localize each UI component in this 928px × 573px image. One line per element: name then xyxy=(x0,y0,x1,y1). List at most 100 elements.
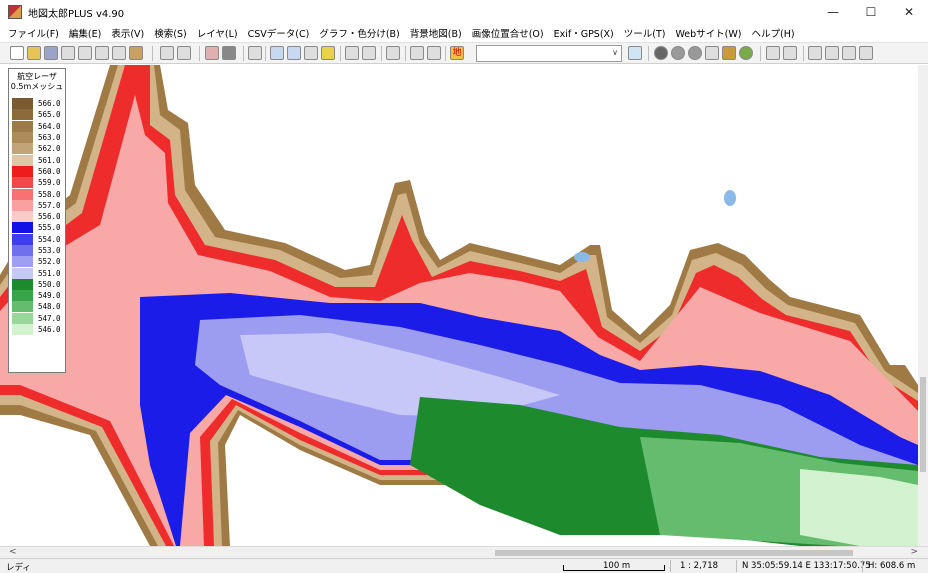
status-divider xyxy=(670,560,671,572)
status-divider xyxy=(862,560,863,572)
legend-swatch xyxy=(12,120,33,132)
open-folder-icon[interactable] xyxy=(27,46,41,60)
maximize-button[interactable]: ☐ xyxy=(852,0,890,24)
info-alt-icon[interactable] xyxy=(671,46,685,60)
legend-value: 560.0 xyxy=(38,166,61,176)
menu-view[interactable]: 表示(V) xyxy=(111,26,144,40)
menu-csv-data[interactable]: CSVデータ(C) xyxy=(248,26,310,40)
print-preview-icon[interactable] xyxy=(112,46,126,60)
status-ready: レディ xyxy=(6,563,31,573)
legend-row: 551.0 xyxy=(12,267,61,279)
legend-value: 562.0 xyxy=(38,144,61,154)
camera-icon[interactable] xyxy=(222,46,236,60)
menu-edit[interactable]: 編集(E) xyxy=(69,26,101,40)
info-detail-icon[interactable] xyxy=(688,46,702,60)
legend-value: 559.0 xyxy=(38,178,61,188)
ruler-icon[interactable] xyxy=(722,46,736,60)
bar-chart-icon[interactable] xyxy=(410,46,424,60)
menu-website[interactable]: Webサイト(W) xyxy=(675,26,741,40)
legend-swatch xyxy=(12,290,33,302)
redo-icon[interactable] xyxy=(177,46,191,60)
menu-bar: ファイル(F) 編集(E) 表示(V) 検索(S) レイヤ(L) CSVデータ(… xyxy=(0,24,928,42)
table-view-icon[interactable] xyxy=(386,46,400,60)
globe-icon[interactable] xyxy=(739,46,753,60)
background-map-button[interactable]: 地 xyxy=(450,46,464,60)
layer-select[interactable]: ∨ xyxy=(476,45,622,62)
legend-row: 557.0 xyxy=(12,199,61,211)
menu-graph-coloring[interactable]: グラフ・色分け(B) xyxy=(319,26,399,40)
menu-help[interactable]: ヘルプ(H) xyxy=(752,26,795,40)
menu-exif-gps[interactable]: Exif・GPS(X) xyxy=(554,26,614,40)
legend-value: 547.0 xyxy=(38,313,61,323)
legend-value: 550.0 xyxy=(38,279,61,289)
menu-search[interactable]: 検索(S) xyxy=(154,26,186,40)
vertical-scrollbar[interactable] xyxy=(918,65,928,546)
legend-swatch xyxy=(12,256,33,268)
legend-swatch xyxy=(12,98,33,110)
add-point-icon[interactable] xyxy=(205,46,219,60)
legend-swatch xyxy=(12,188,33,200)
forward-icon[interactable] xyxy=(783,46,797,60)
elevation-legend: 航空レーザ 0.5mメッシュ 566.0 565.0 564.0 563.0 562.0… xyxy=(8,68,66,373)
menu-tools[interactable]: ツール(T) xyxy=(624,26,666,40)
legend-value: 564.0 xyxy=(38,121,61,131)
scroll-right-arrow[interactable]: > xyxy=(910,547,918,557)
window-save-icon[interactable] xyxy=(859,46,873,60)
horizontal-scroll-thumb[interactable] xyxy=(495,550,853,556)
legend-value: 554.0 xyxy=(38,234,61,244)
save-icon[interactable] xyxy=(44,46,58,60)
legend-swatch xyxy=(12,301,33,313)
window-cascade-icon[interactable] xyxy=(825,46,839,60)
edit-note-icon[interactable] xyxy=(248,46,262,60)
legend-row: 563.0 xyxy=(12,132,61,144)
close-button[interactable]: ✕ xyxy=(890,0,928,24)
horizontal-scrollbar[interactable]: < > xyxy=(0,546,928,558)
scroll-left-arrow[interactable]: < xyxy=(9,547,17,557)
zoom-in-icon[interactable] xyxy=(270,46,284,60)
minimize-button[interactable]: — xyxy=(814,0,852,24)
legend-value: 557.0 xyxy=(38,200,61,210)
elevation-map xyxy=(0,65,918,546)
legend-value: 546.0 xyxy=(38,325,61,335)
paste-icon[interactable] xyxy=(78,46,92,60)
window-tile-icon[interactable] xyxy=(808,46,822,60)
scale-ratio: 1 : 2,718 xyxy=(680,561,719,571)
legend-swatch xyxy=(12,143,33,155)
legend-row: 559.0 xyxy=(12,177,61,189)
legend-row: 554.0 xyxy=(12,233,61,245)
toolbar: 地 ∨ xyxy=(0,42,928,64)
print-icon[interactable] xyxy=(95,46,109,60)
legend-swatch xyxy=(12,267,33,279)
cursor-height: H: 608.6 m xyxy=(868,561,916,571)
undo-icon[interactable] xyxy=(160,46,174,60)
toolbar-separator xyxy=(760,46,761,61)
layer-panel-icon[interactable] xyxy=(427,46,441,60)
vertical-scroll-thumb[interactable] xyxy=(920,377,926,472)
legend-swatch xyxy=(12,245,33,256)
measure-icon[interactable] xyxy=(705,46,719,60)
menu-image-alignment[interactable]: 画像位置合せ(O) xyxy=(472,26,544,40)
layer-color-icon[interactable] xyxy=(628,46,642,60)
menu-background-map[interactable]: 背景地図(B) xyxy=(410,26,462,40)
info-icon[interactable] xyxy=(654,46,668,60)
toolbar-separator xyxy=(381,46,382,61)
binoculars-icon[interactable] xyxy=(345,46,359,60)
legend-value: 553.0 xyxy=(38,246,61,255)
zoom-extent-icon[interactable] xyxy=(304,46,318,60)
copy-icon[interactable] xyxy=(61,46,75,60)
menu-file[interactable]: ファイル(F) xyxy=(8,26,59,40)
toolbar-separator xyxy=(243,46,244,61)
map-canvas[interactable] xyxy=(0,65,918,546)
menu-layer[interactable]: レイヤ(L) xyxy=(197,26,238,40)
fit-window-icon[interactable] xyxy=(321,46,335,60)
legend-value: 563.0 xyxy=(38,133,61,143)
chevron-down-icon: ∨ xyxy=(612,48,618,57)
back-icon[interactable] xyxy=(766,46,780,60)
window-list-icon[interactable] xyxy=(842,46,856,60)
zoom-out-icon[interactable] xyxy=(287,46,301,60)
new-file-icon[interactable] xyxy=(10,46,24,60)
window-title: 地図太郎PLUS v4.90 xyxy=(28,8,125,20)
pan-hand-icon[interactable] xyxy=(362,46,376,60)
legend-row: 553.0 xyxy=(12,245,61,256)
image-export-icon[interactable] xyxy=(129,46,143,60)
